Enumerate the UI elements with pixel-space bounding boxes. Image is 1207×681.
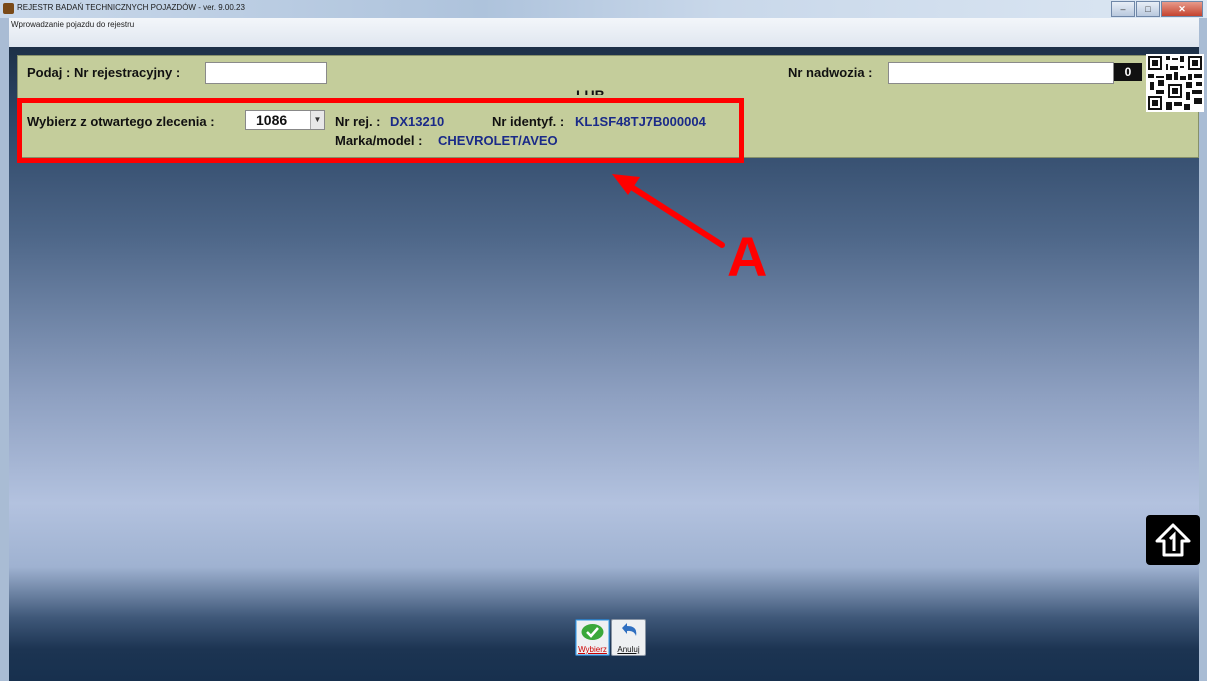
- annotation-highlight-box: [17, 98, 744, 163]
- reg-number-label: Podaj : Nr rejestracyjny :: [27, 65, 181, 80]
- select-button-label: Wybierz: [578, 645, 607, 654]
- lub-label: LUB: [576, 87, 605, 95]
- maximize-icon[interactable]: □: [1136, 1, 1160, 17]
- vin-counter: 0: [1114, 63, 1142, 81]
- window-controls: – □ ✕: [1110, 1, 1203, 17]
- window-frame-right: [1199, 18, 1207, 681]
- reg-number-input[interactable]: [205, 62, 327, 84]
- annotation-letter: A: [727, 225, 768, 288]
- select-button[interactable]: Wybierz: [575, 619, 610, 656]
- vin-input[interactable]: [888, 62, 1114, 84]
- close-icon[interactable]: ✕: [1161, 1, 1203, 17]
- vin-label: Nr nadwozia :: [788, 65, 873, 80]
- subwindow-title: Wprowadzanie pojazdu do rejestru: [11, 20, 135, 29]
- app-icon: [3, 3, 14, 14]
- home-upload-icon: [1155, 523, 1191, 557]
- cancel-button[interactable]: Anuluj: [611, 619, 646, 656]
- qr-scan-icon[interactable]: [1146, 54, 1204, 112]
- window-frame-left: [0, 18, 9, 681]
- minimize-icon[interactable]: –: [1111, 1, 1135, 17]
- title-bar: REJESTR BADAŃ TECHNICZNYCH POJAZDÓW - ve…: [0, 0, 1207, 18]
- check-icon: [581, 624, 604, 640]
- cancel-button-label: Anuluj: [617, 645, 640, 654]
- subwindow-header: Wprowadzanie pojazdu do rejestru: [9, 18, 1199, 48]
- window-title: REJESTR BADAŃ TECHNICZNYCH POJAZDÓW - ve…: [17, 3, 245, 12]
- home-navigation-button[interactable]: [1146, 515, 1200, 565]
- undo-icon: [622, 623, 637, 636]
